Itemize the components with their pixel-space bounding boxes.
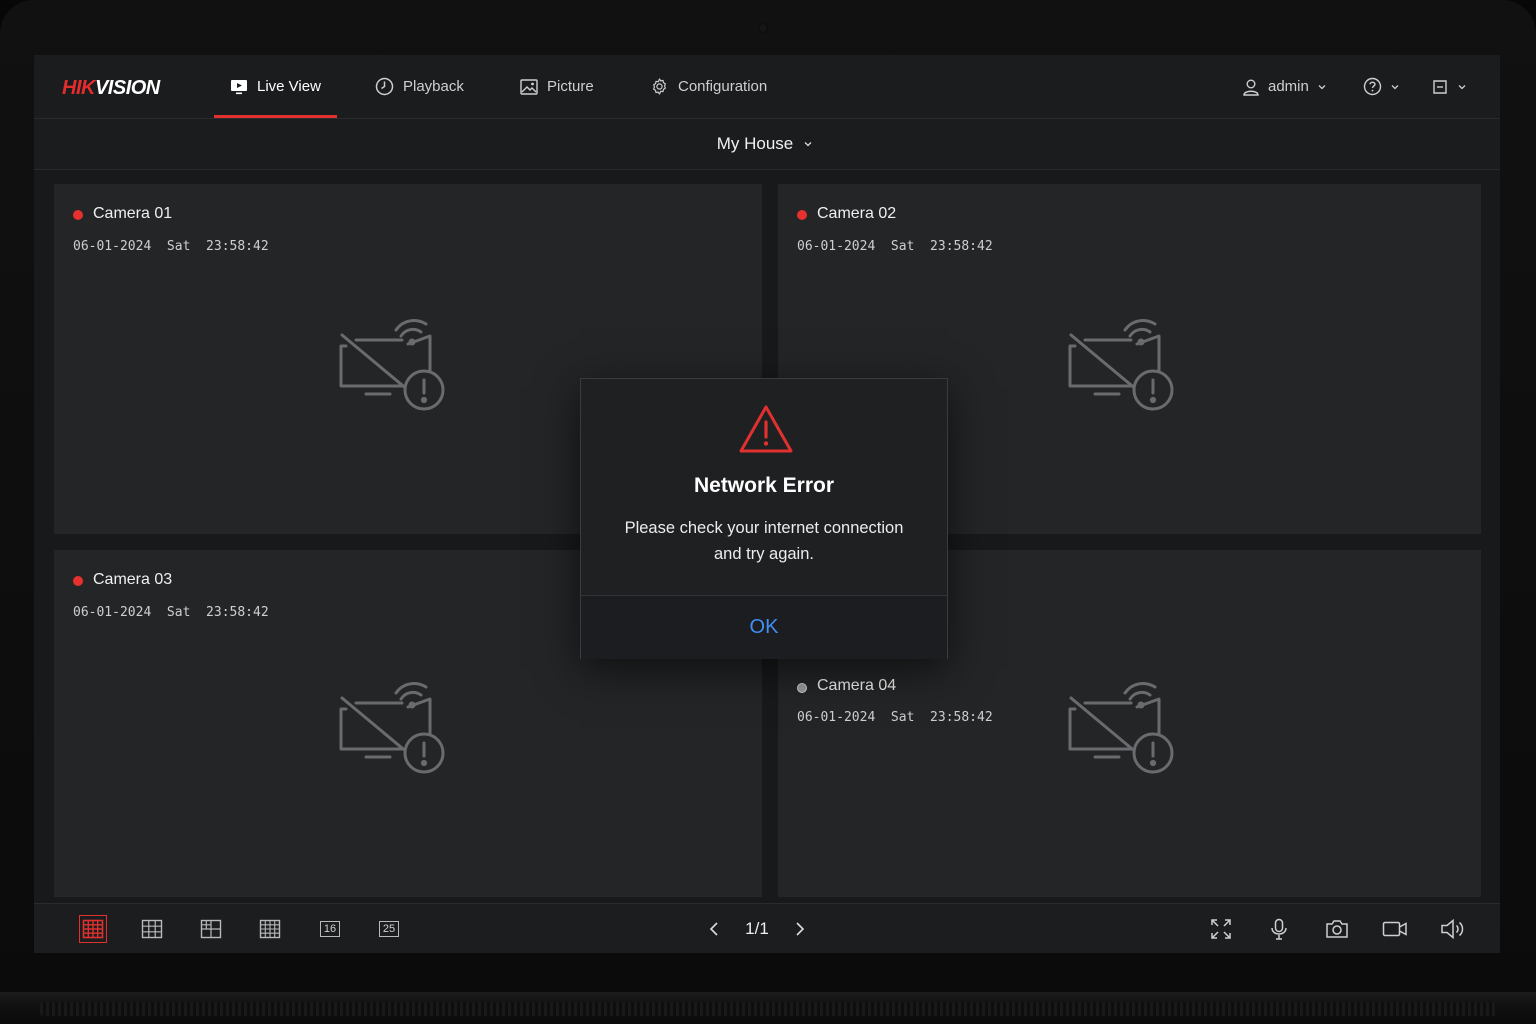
camera-name: Camera 01 [93, 205, 173, 222]
site-bar: My House [34, 119, 1500, 170]
gear-icon [653, 78, 666, 95]
logout-icon [1433, 79, 1447, 94]
camera-timestamp: 06-01-2024 Sat 23:58:42 [797, 710, 993, 725]
site-selector[interactable]: My House [717, 134, 814, 154]
audio-button[interactable] [1439, 915, 1467, 943]
network-error-dialog: Network Error Please check your internet… [580, 378, 948, 659]
no-signal-icon [339, 319, 445, 411]
microphone-icon [1271, 918, 1287, 940]
camera-name: Camera 03 [93, 571, 173, 588]
nav-playback[interactable]: Playback [375, 55, 464, 118]
camera-timestamp: 06-01-2024 Sat 23:58:42 [73, 239, 269, 254]
recording-indicator [797, 210, 807, 220]
live-view-icon [231, 79, 247, 94]
nav-picture[interactable]: Picture [520, 55, 594, 118]
fullscreen-button[interactable] [1207, 915, 1235, 943]
nav-live-view-label: Live View [257, 78, 321, 95]
no-signal-icon [1068, 319, 1174, 411]
no-signal-icon [1068, 682, 1174, 774]
layout-4x4-button[interactable] [256, 915, 284, 943]
nav-picture-label: Picture [547, 78, 594, 95]
bottom-toolbar: 16 25 1/1 [34, 903, 1500, 953]
layout-2x2-button[interactable] [79, 915, 107, 943]
layout-3x3-button[interactable] [138, 915, 166, 943]
layout-16-button[interactable]: 16 [316, 915, 344, 943]
microphone-button[interactable] [1265, 915, 1293, 943]
chevron-down-icon [1318, 84, 1326, 89]
chevron-down-icon [1458, 84, 1466, 89]
grid-3x3-icon [141, 919, 163, 939]
recording-indicator [73, 210, 83, 220]
status-indicator [797, 683, 807, 693]
laptop-base [0, 992, 1536, 1024]
grid-4x4-icon [259, 919, 281, 939]
nav-live-view[interactable]: Live View [214, 55, 337, 118]
nav-playback-label: Playback [403, 78, 464, 95]
record-button[interactable] [1381, 915, 1409, 943]
webcam [758, 23, 768, 33]
site-name: My House [716, 134, 794, 153]
next-page-button[interactable] [786, 915, 814, 943]
speaker-icon [1441, 918, 1464, 940]
nav-configuration-label: Configuration [678, 78, 768, 95]
chevron-left-icon [709, 922, 718, 936]
nav-configuration[interactable]: Configuration [650, 55, 767, 118]
previous-page-button[interactable] [700, 915, 728, 943]
layout-custom-button[interactable] [197, 915, 225, 943]
grid-2x2-icon [82, 919, 104, 939]
user-name: admin [1268, 78, 1309, 95]
brand-logo: HIKVISION [62, 77, 160, 99]
camera-name: Camera 02 [817, 205, 897, 222]
ok-button[interactable]: OK [581, 596, 947, 659]
help-icon [1363, 77, 1382, 96]
keyboard-grill [40, 1002, 1496, 1016]
camera-icon [1326, 920, 1348, 938]
camera-name: Camera 04 [817, 677, 897, 694]
page-indicator: 1/1 [745, 919, 769, 938]
pager: 1/1 [700, 904, 814, 953]
no-signal-icon [339, 682, 445, 774]
user-menu[interactable]: admin [1242, 55, 1327, 118]
recording-indicator [73, 576, 83, 586]
layout-25-label: 25 [379, 921, 399, 937]
snapshot-button[interactable] [1323, 915, 1351, 943]
help-menu[interactable] [1363, 55, 1400, 118]
chevron-down-icon [1391, 84, 1399, 89]
fullscreen-icon [1211, 919, 1231, 939]
grid-custom-icon [200, 919, 222, 939]
layout-25-button[interactable]: 25 [375, 915, 403, 943]
dialog-title: Network Error [693, 474, 835, 497]
logout-menu[interactable] [1431, 55, 1467, 118]
layout-16-label: 16 [320, 921, 340, 937]
picture-icon [520, 78, 538, 95]
camera-timestamp: 06-01-2024 Sat 23:58:42 [797, 239, 993, 254]
top-navigation: HIKVISION Live View Playback Picture Con… [34, 55, 1500, 119]
chevron-down-icon [804, 142, 812, 147]
camera-timestamp: 06-01-2024 Sat 23:58:42 [73, 605, 269, 620]
chevron-right-icon [796, 922, 805, 936]
user-icon [1243, 79, 1259, 96]
video-camera-icon [1382, 921, 1407, 937]
dialog-message: Please check your internet connection an… [624, 519, 904, 563]
warning-icon [739, 405, 793, 453]
playback-icon [375, 77, 394, 96]
